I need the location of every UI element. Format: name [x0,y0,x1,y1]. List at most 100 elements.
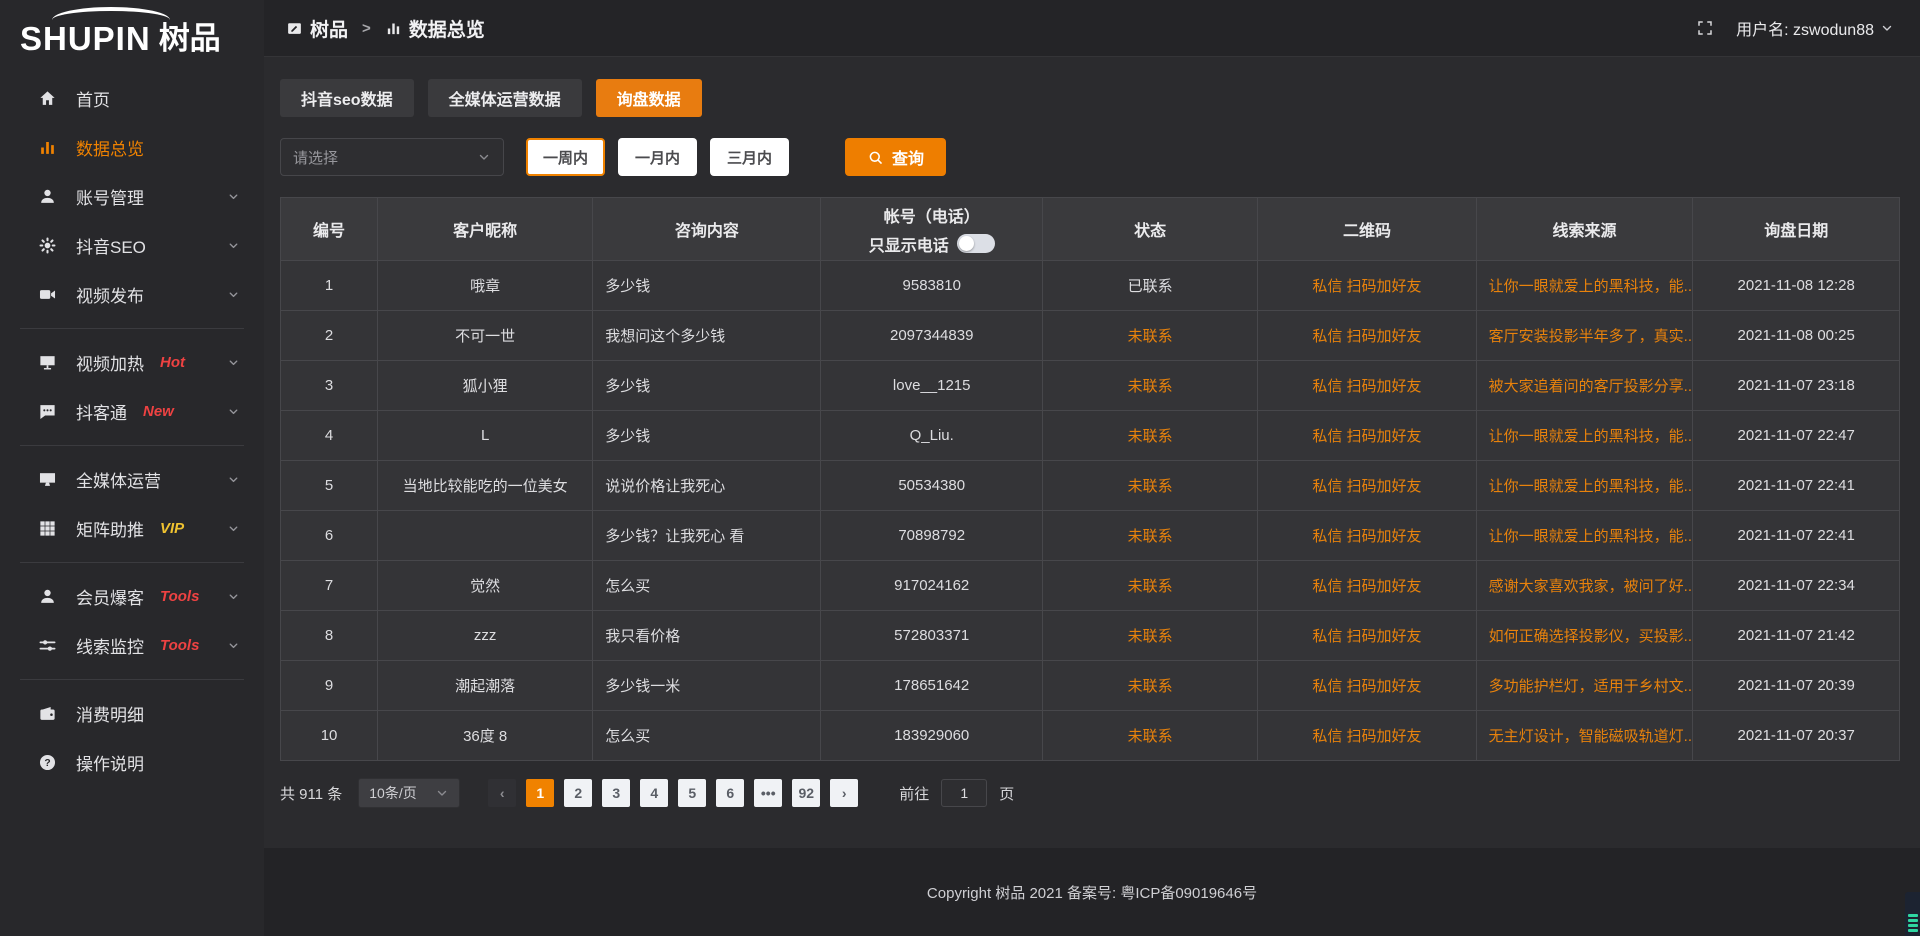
page-button-2[interactable]: 2 [564,779,592,807]
next-page-button[interactable]: › [830,779,858,807]
cell-nickname: 潮起潮落 [378,661,593,710]
cell-nickname: 狐小狸 [378,361,593,410]
page-button-•••[interactable]: ••• [754,779,782,807]
cell-date: 2021-11-08 00:25 [1693,311,1898,360]
cell-qr-link[interactable]: 私信 扫码加好友 [1258,611,1476,660]
cell-date: 2021-11-07 23:18 [1693,361,1898,410]
cell-status: 未联系 [1043,411,1258,460]
page-button-4[interactable]: 4 [640,779,668,807]
sidebar-item-media-ops[interactable]: 全媒体运营 [0,455,264,504]
date-range-group: 一周内一月内三月内 [526,138,789,176]
cell-qr-link[interactable]: 私信 扫码加好友 [1258,561,1476,610]
cell-source-link[interactable]: 多功能护栏灯，适用于乡村文... [1477,661,1694,710]
sidebar-item-video-publish[interactable]: 视频发布 [0,270,264,319]
cell-source-link[interactable]: 被大家追着问的客厅投影分享... [1477,361,1694,410]
sidebar-item-label: 首页 [76,86,110,111]
sidebar-item-label: 数据总览 [76,135,144,160]
cell-qr-link[interactable]: 私信 扫码加好友 [1258,411,1476,460]
prev-page-button[interactable]: ‹ [488,779,516,807]
cell-source-link[interactable]: 让你一眼就爱上的黑科技，能... [1477,461,1694,510]
sidebar-item-lead-monitor[interactable]: 线索监控 Tools [0,621,264,670]
cell-nickname: L [378,411,593,460]
cell-content: 怎么买 [593,711,821,760]
display-icon [38,470,58,490]
chevron-down-icon [227,239,240,252]
chat-icon [38,402,58,422]
tab-2[interactable]: 询盘数据 [596,79,702,117]
sidebar: SHUPIN 树品 首页 数据总览 账号管理 抖音SEO 视频发布 视频加热 H… [0,0,264,936]
cell-source-link[interactable]: 让你一眼就爱上的黑科技，能... [1477,261,1694,310]
cell-account: Q_Liu. [821,411,1043,460]
page-button-5[interactable]: 5 [678,779,706,807]
sidebar-item-consume-detail[interactable]: 消费明细 [0,689,264,738]
sidebar-item-doukotong[interactable]: 抖客通 New [0,387,264,436]
column-header: 帐号（电话） 只显示电话 [821,198,1043,260]
table-body: 1 哦章 多少钱 9583810 已联系 私信 扫码加好友 让你一眼就爱上的黑科… [281,260,1899,760]
chevron-down-icon [477,150,491,164]
column-header: 客户昵称 [378,198,593,260]
sidebar-item-help[interactable]: ? 操作说明 [0,738,264,787]
sidebar-item-video-heat[interactable]: 视频加热 Hot [0,338,264,387]
cell-qr-link[interactable]: 私信 扫码加好友 [1258,511,1476,560]
username-label[interactable]: 用户名: zswodun88 [1736,16,1874,40]
sidebar-item-data-overview[interactable]: 数据总览 [0,123,264,172]
cell-source-link[interactable]: 如何正确选择投影仪，买投影... [1477,611,1694,660]
page-size-select[interactable]: 10条/页 [358,778,460,808]
sidebar-item-douyin-seo[interactable]: 抖音SEO [0,221,264,270]
page-button-6[interactable]: 6 [716,779,744,807]
tab-1[interactable]: 全媒体运营数据 [428,79,582,117]
cell-account: 183929060 [821,711,1043,760]
cell-qr-link[interactable]: 私信 扫码加好友 [1258,461,1476,510]
page-button-92[interactable]: 92 [792,779,820,807]
filter-select[interactable]: 请选择 [280,138,504,176]
date-range-button[interactable]: 三月内 [710,138,789,176]
tab-0[interactable]: 抖音seo数据 [280,79,414,117]
cell-source-link[interactable]: 客厅安装投影半年多了，真实... [1477,311,1694,360]
breadcrumb-root[interactable]: 树品 [310,15,348,42]
goto-page-input[interactable] [941,779,987,807]
date-range-button[interactable]: 一周内 [526,138,605,176]
sidebar-item-account-manage[interactable]: 账号管理 [0,172,264,221]
cell-nickname: 觉然 [378,561,593,610]
page-button-1[interactable]: 1 [526,779,554,807]
sidebar-item-member-baoke[interactable]: 会员爆客 Tools [0,572,264,621]
cell-account: 572803371 [821,611,1043,660]
chevron-down-icon [227,639,240,652]
cell-nickname [378,511,593,560]
table-row: 4 L 多少钱 Q_Liu. 未联系 私信 扫码加好友 让你一眼就爱上的黑科技，… [281,410,1899,460]
cell-no: 9 [281,661,378,710]
fullscreen-icon[interactable] [1696,19,1714,37]
cell-no: 5 [281,461,378,510]
cell-qr-link[interactable]: 私信 扫码加好友 [1258,261,1476,310]
table-row: 3 狐小狸 多少钱 love__1215 未联系 私信 扫码加好友 被大家追着问… [281,360,1899,410]
corner-widget [1905,892,1920,936]
cell-source-link[interactable]: 让你一眼就爱上的黑科技，能... [1477,411,1694,460]
cell-source-link[interactable]: 无主灯设计，智能磁吸轨道灯... [1477,711,1694,760]
sidebar-item-label: 全媒体运营 [76,467,161,492]
cell-content: 我只看价格 [593,611,821,660]
search-button[interactable]: 查询 [845,138,946,176]
table-header: 编号 客户昵称 咨询内容 帐号（电话） 只显示电话 状态 二维码 线索来源 询盘… [281,198,1899,260]
cell-source-link[interactable]: 感谢大家喜欢我家，被问了好... [1477,561,1694,610]
cell-source-link[interactable]: 让你一眼就爱上的黑科技，能... [1477,511,1694,560]
cell-qr-link[interactable]: 私信 扫码加好友 [1258,661,1476,710]
cell-account: love__1215 [821,361,1043,410]
sidebar-nav: 首页 数据总览 账号管理 抖音SEO 视频发布 视频加热 Hot 抖客通 New… [0,74,264,787]
sidebar-item-home[interactable]: 首页 [0,74,264,123]
user-area: 用户名: zswodun88 [1696,16,1894,40]
cell-qr-link[interactable]: 私信 扫码加好友 [1258,711,1476,760]
date-range-button[interactable]: 一月内 [618,138,697,176]
sidebar-item-matrix-boost[interactable]: 矩阵助推 VIP [0,504,264,553]
page-button-3[interactable]: 3 [602,779,630,807]
cell-qr-link[interactable]: 私信 扫码加好友 [1258,361,1476,410]
table-row: 2 不可一世 我想问这个多少钱 2097344839 未联系 私信 扫码加好友 … [281,310,1899,360]
data-table: 编号 客户昵称 咨询内容 帐号（电话） 只显示电话 状态 二维码 线索来源 询盘… [280,197,1900,761]
copyright-text: Copyright 树品 2021 备案号: 粤ICP备09019646号 [927,882,1257,903]
cell-no: 7 [281,561,378,610]
cell-account: 9583810 [821,261,1043,310]
phone-only-toggle[interactable] [957,234,995,253]
chevron-down-icon [227,190,240,203]
cell-status: 已联系 [1043,261,1258,310]
chevron-down-icon[interactable] [1880,21,1894,35]
cell-qr-link[interactable]: 私信 扫码加好友 [1258,311,1476,360]
